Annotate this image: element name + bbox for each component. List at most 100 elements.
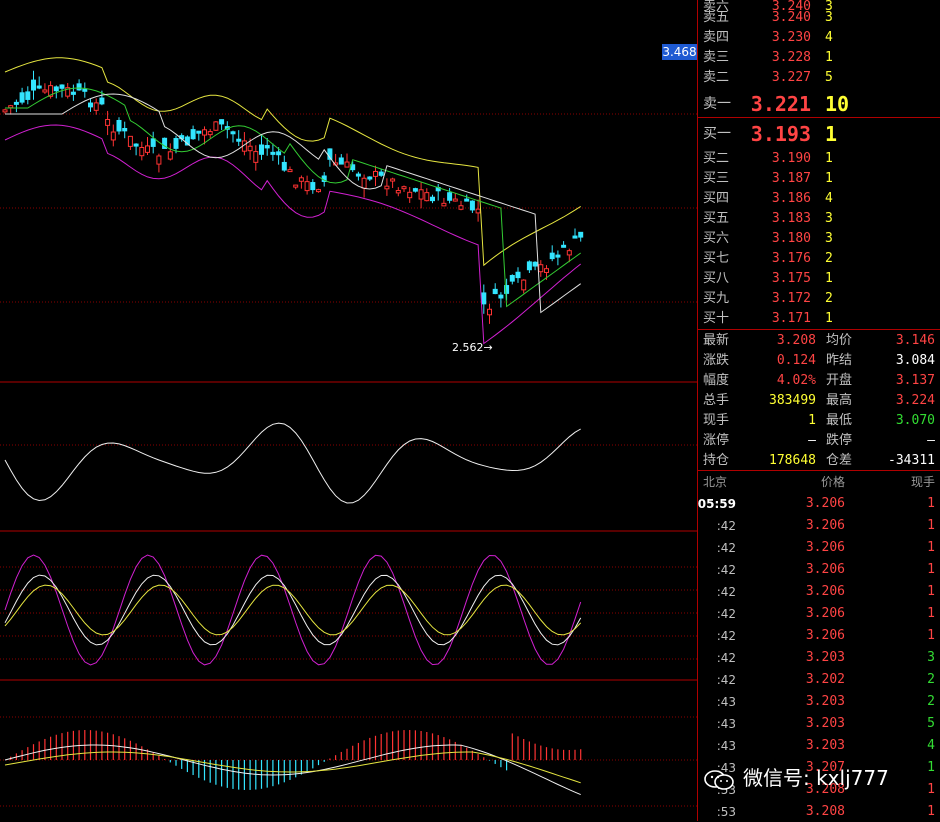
candle-body: [452, 198, 458, 202]
candle-body: [361, 177, 367, 189]
tick-row[interactable]: :43 3.203 2: [698, 692, 940, 712]
tick-price: 3.206: [805, 518, 845, 533]
ticks-header-price: 价格: [820, 475, 845, 489]
ask-price: 3.230: [771, 30, 811, 45]
candle-body: [93, 102, 99, 111]
quote-label: 涨停: [703, 433, 730, 448]
candle-body: [515, 271, 521, 279]
tick-row[interactable]: :42 3.206 1: [698, 560, 940, 580]
tick-row[interactable]: 05:59 3.206 1: [698, 494, 940, 514]
quote-value: 383499: [769, 393, 816, 408]
candle-body: [145, 145, 150, 153]
candle-body: [167, 151, 173, 160]
quote-label: 仓差: [826, 453, 853, 468]
tick-row[interactable]: :42 3.206 1: [698, 538, 940, 558]
ask-row: 卖二 3.227 5: [698, 68, 940, 88]
quote-value: 3.146: [895, 333, 935, 348]
quote-label: 持仓: [703, 453, 730, 468]
quote-row: 涨跌 0.124 昨结 3.084: [698, 351, 940, 371]
candle-body: [412, 188, 418, 192]
candle-body: [430, 196, 435, 202]
tick-volume: 4: [927, 738, 935, 753]
quote-label: 涨跌: [703, 353, 730, 368]
ask-row: 卖五 3.240 3: [698, 8, 940, 28]
candle-body: [418, 189, 424, 200]
tick-row[interactable]: :42 3.206 1: [698, 582, 940, 602]
tick-time: :42: [716, 541, 736, 555]
candle-body: [139, 147, 145, 157]
tick-row[interactable]: :42 3.206 1: [698, 626, 940, 646]
candle-body: [390, 178, 396, 182]
quote-value: 3.070: [895, 413, 935, 428]
bid-volume: 4: [825, 191, 833, 206]
ask-row: 卖四 3.230 4: [698, 28, 940, 48]
tick-price: 3.206: [805, 628, 845, 643]
divider: [698, 329, 940, 330]
bid-volume: 2: [825, 291, 833, 306]
quote-label: 跌停: [826, 433, 853, 448]
candle-body: [549, 252, 555, 260]
tick-row[interactable]: :42 3.202 2: [698, 670, 940, 690]
tick-volume: 1: [927, 496, 935, 511]
ticks-header: 北京 价格 现手: [698, 472, 940, 492]
candle-body: [196, 130, 202, 134]
candle-body: [156, 155, 162, 165]
kdj-line-0: [4, 554, 582, 666]
ma-short-line: [5, 87, 581, 308]
candle-body: [230, 131, 236, 135]
candle-body: [401, 186, 407, 190]
candle-body: [253, 151, 259, 163]
bid-volume: 1: [825, 151, 833, 166]
ask-volume: 4: [825, 30, 833, 45]
candle-body: [207, 131, 213, 136]
quote-panel: 卖六 3.240 3 卖五 3.240 3 卖四 3.230 4 卖三 3.228 1 卖二 3.227 5…: [697, 0, 940, 821]
low-price-label: 2.562→: [452, 341, 493, 354]
tick-price: 3.203: [805, 738, 845, 753]
quote-value: 178648: [769, 453, 816, 468]
tick-row[interactable]: :43 3.203 4: [698, 736, 940, 756]
tick-row[interactable]: :53 3.208 1: [698, 802, 940, 822]
tick-row[interactable]: :42 3.206 1: [698, 604, 940, 624]
macd-dea-line: [4, 751, 581, 784]
candle-body: [487, 308, 492, 316]
candle-body: [70, 91, 76, 95]
kdj-line-1: [4, 574, 582, 646]
candle-body: [127, 135, 133, 147]
quote-row: 最新 3.208 均价 3.146: [698, 331, 940, 351]
tick-time: :43: [716, 739, 736, 753]
candle-body: [544, 268, 549, 273]
quote-label: 昨结: [826, 353, 853, 368]
kline-chart-svg[interactable]: [0, 0, 697, 821]
candle-body: [521, 279, 527, 291]
bid-price: 3.172: [771, 291, 811, 306]
lower-band-line: [4, 124, 582, 345]
candle-body: [116, 119, 122, 132]
candle-body: [82, 88, 88, 92]
candle-body: [88, 102, 93, 108]
candle-body: [110, 131, 116, 141]
tick-row[interactable]: :43 3.203 5: [698, 714, 940, 734]
bid-row: 买三 3.187 1: [698, 169, 940, 189]
candle-body: [492, 288, 498, 295]
bid-row: 买七 3.176 2: [698, 249, 940, 269]
tick-row[interactable]: :42 3.203 3: [698, 648, 940, 668]
quote-label: 总手: [703, 393, 730, 408]
candle-body: [247, 145, 253, 152]
quote-value: 3.208: [776, 333, 816, 348]
bid-price: 3.183: [771, 211, 811, 226]
tick-price: 3.206: [805, 584, 845, 599]
kdj-line-2: [4, 584, 582, 636]
wechat-icon: [704, 769, 734, 790]
bid-label: 买六: [703, 231, 730, 246]
quote-value: 0.124: [776, 353, 816, 368]
tick-price: 3.206: [805, 540, 845, 555]
kline-chart-area[interactable]: 3.468 2.562→: [0, 0, 697, 821]
candle-body: [407, 191, 413, 199]
ask-label: 卖四: [703, 30, 730, 45]
candle-body: [424, 192, 430, 202]
candle-body: [555, 254, 561, 258]
ask-volume: 1: [825, 50, 833, 65]
bid-price: 3.171: [771, 311, 811, 326]
tick-row[interactable]: :42 3.206 1: [698, 516, 940, 536]
ask-row: 卖三 3.228 1: [698, 48, 940, 68]
